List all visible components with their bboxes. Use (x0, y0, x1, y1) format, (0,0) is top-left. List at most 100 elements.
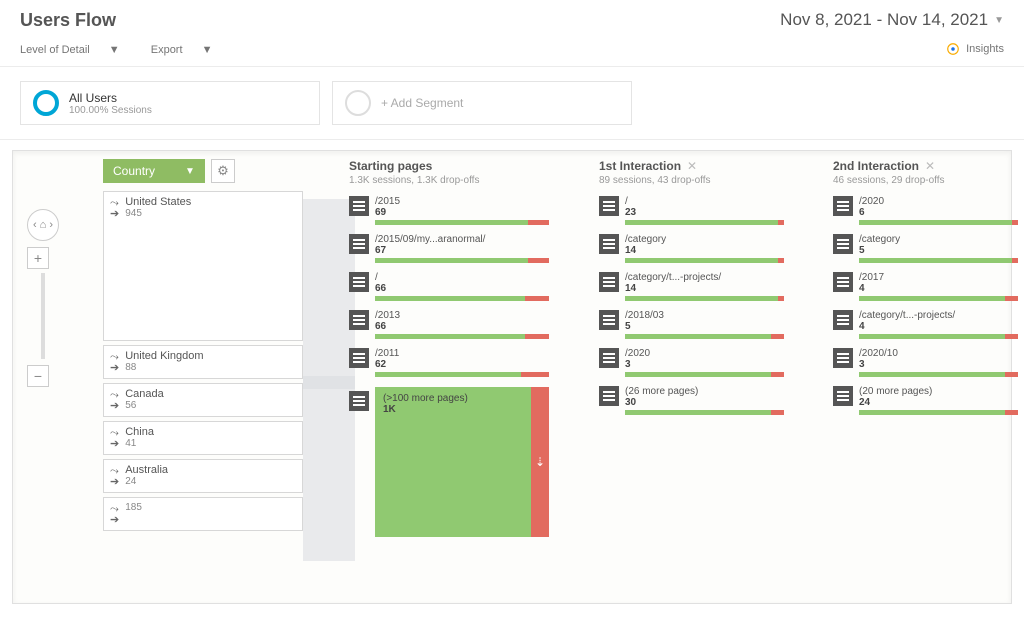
segment-all-users[interactable]: All Users 100.00% Sessions (20, 81, 320, 125)
page-icon (349, 196, 369, 216)
close-icon[interactable]: ✕ (925, 159, 935, 173)
export-menu[interactable]: Export ▼ (151, 44, 227, 56)
source-node[interactable]: ⤳➔China41 (103, 421, 303, 455)
flow-node-count: 1K (383, 404, 523, 415)
flow-node[interactable]: /20174 (833, 272, 1018, 301)
page-icon (349, 391, 369, 411)
flow-node[interactable]: /201366 (349, 310, 549, 339)
column-subtitle: 1.3K sessions, 1.3K drop-offs (349, 175, 549, 186)
flow-node-path: / (375, 272, 525, 283)
source-node[interactable]: ⤳➔United States945 (103, 191, 303, 341)
page-icon (349, 234, 369, 254)
flow-node-count: 66 (375, 283, 549, 294)
column-2nd-interaction: 2nd Interaction✕46 sessions, 29 drop-off… (833, 159, 1018, 415)
zoom-in-button[interactable]: + (27, 247, 49, 269)
flow-node[interactable]: /2018/035 (599, 310, 784, 339)
insights-icon (946, 42, 960, 56)
users-flow-canvas[interactable]: ‹ ⌂ › + − Country ▼ ⚙ ⤳➔United States945… (12, 150, 1012, 604)
flow-node-path: / (625, 196, 775, 207)
chevron-down-icon: ▼ (994, 15, 1004, 26)
flow-node[interactable]: /20206 (833, 196, 1018, 225)
chevron-down-icon: ▼ (185, 166, 195, 177)
flow-node[interactable]: /23 (599, 196, 784, 225)
dimension-select[interactable]: Country ▼ (103, 159, 205, 183)
add-segment-swatch (345, 90, 371, 116)
arrow-icon: ⤳➔ (110, 504, 119, 526)
flow-node-count: 66 (375, 321, 549, 332)
page-icon (599, 348, 619, 368)
zoom-out-button[interactable]: − (27, 365, 49, 387)
source-value: 185 (125, 502, 142, 513)
arrow-icon: ⤳➔ (110, 352, 119, 374)
flow-node-count: 67 (375, 245, 549, 256)
flow-node-path: /2017 (859, 272, 1009, 283)
insights-label: Insights (966, 43, 1004, 55)
column-subtitle: 89 sessions, 43 drop-offs (599, 175, 784, 186)
page-icon (349, 272, 369, 292)
dimension-label: Country (113, 164, 155, 178)
zoom-slider[interactable] (41, 273, 45, 359)
flow-node[interactable]: /66 (349, 272, 549, 301)
flow-node[interactable]: /2020/103 (833, 348, 1018, 377)
flow-node[interactable]: /201162 (349, 348, 549, 377)
flow-node-count: 69 (375, 207, 549, 218)
add-segment-button[interactable]: + Add Segment (332, 81, 632, 125)
source-node[interactable]: ⤳➔Australia24 (103, 459, 303, 493)
page-header: Users Flow Nov 8, 2021 - Nov 14, 2021 ▼ (0, 0, 1024, 37)
flow-node-count: 24 (859, 397, 1018, 408)
page-icon (599, 310, 619, 330)
page-icon (833, 196, 853, 216)
toolbar: Level of Detail ▼ Export ▼ Insights (0, 37, 1024, 67)
segment-subtitle: 100.00% Sessions (69, 105, 152, 116)
flow-node[interactable]: /20203 (599, 348, 784, 377)
flow-node-path: /2013 (375, 310, 525, 321)
insights-button[interactable]: Insights (946, 42, 1004, 56)
column-title: 1st Interaction✕ (599, 159, 784, 173)
date-range-selector[interactable]: Nov 8, 2021 - Nov 14, 2021 ▼ (780, 10, 1004, 30)
page-title: Users Flow (20, 10, 116, 31)
flow-node[interactable]: /2015/09/my...aranormal/67 (349, 234, 549, 263)
flow-node-count: 3 (625, 359, 784, 370)
source-node[interactable]: ⤳➔Canada56 (103, 383, 303, 417)
flow-node-count: 4 (859, 283, 1018, 294)
home-button[interactable]: ‹ ⌂ › (27, 209, 59, 241)
page-icon (833, 348, 853, 368)
flow-node-path: /category/t...-projects/ (859, 310, 1009, 321)
page-icon (599, 272, 619, 292)
source-value: 41 (125, 438, 154, 449)
source-list: ⤳➔United States945 ⤳➔United Kingdom88 ⤳➔Ca… (103, 191, 303, 535)
page-icon (833, 234, 853, 254)
flow-node[interactable]: (20 more pages)24 (833, 386, 1018, 415)
flow-node[interactable]: (26 more pages)30 (599, 386, 784, 415)
segment-title: All Users (69, 91, 152, 105)
flow-node-more[interactable]: (>100 more pages)1K⇣ (349, 387, 549, 537)
column-starting-pages: Starting pages1.3K sessions, 1.3K drop-o… (349, 159, 549, 537)
flow-node-count: 62 (375, 359, 549, 370)
page-icon (599, 196, 619, 216)
flow-node[interactable]: /category14 (599, 234, 784, 263)
flow-node[interactable]: /category/t...-projects/4 (833, 310, 1018, 339)
dimension-settings-button[interactable]: ⚙ (211, 159, 235, 183)
source-value: 24 (125, 476, 168, 487)
level-of-detail-menu[interactable]: Level of Detail ▼ (20, 44, 137, 56)
page-icon (833, 386, 853, 406)
source-node[interactable]: ⤳➔United Kingdom88 (103, 345, 303, 379)
flow-node[interactable]: /category5 (833, 234, 1018, 263)
close-icon[interactable]: ✕ (687, 159, 697, 173)
flow-node-path: /2011 (375, 348, 525, 359)
flow-node[interactable]: /201569 (349, 196, 549, 225)
page-icon (833, 272, 853, 292)
arrow-icon: ⤳➔ (110, 390, 119, 412)
page-icon (833, 310, 853, 330)
flow-node-count: 5 (859, 245, 1018, 256)
add-segment-label: + Add Segment (381, 96, 463, 110)
source-node[interactable]: ⤳➔ 185 (103, 497, 303, 531)
page-icon (349, 348, 369, 368)
nav-controls: ‹ ⌂ › + − (27, 209, 59, 387)
page-icon (599, 234, 619, 254)
arrow-icon: ⤳➔ (110, 428, 119, 450)
page-icon (349, 310, 369, 330)
flow-node[interactable]: /category/t...-projects/14 (599, 272, 784, 301)
source-name: Australia (125, 464, 168, 476)
flow-node-path: /2020 (625, 348, 775, 359)
